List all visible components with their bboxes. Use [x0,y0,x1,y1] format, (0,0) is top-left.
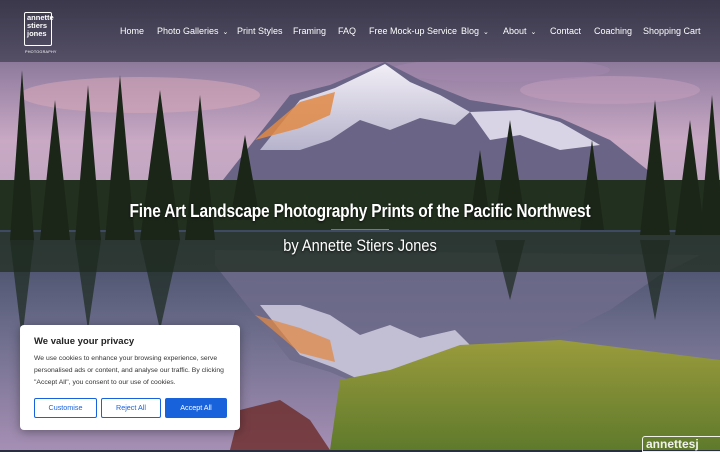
cookie-text: We use cookies to enhance your browsing … [34,355,224,386]
nav-label: Shopping Cart [643,26,701,36]
nav-framing[interactable]: Framing [293,25,326,37]
chevron-down-icon: ⌄ [483,29,489,36]
nav-label: Blog [461,26,480,36]
nav-blog[interactable]: Blog ⌄ [461,25,489,39]
nav-label: FAQ [338,26,357,36]
nav-shopping-cart[interactable]: Shopping Cart [643,25,701,37]
accept-all-button[interactable]: Accept All [165,398,227,418]
nav-label: About [503,26,527,36]
nav-label: Framing [293,26,327,36]
hero-divider [331,229,389,230]
chevron-down-icon: ⌄ [530,29,537,36]
hero-subtitle: by Annette Stiers Jones [283,236,437,255]
nav-print-styles[interactable]: Print Styles [237,25,283,37]
hero-title: Fine Art Landscape Photography Prints of… [129,201,591,221]
customise-button[interactable]: Customise [34,398,97,418]
nav-label: Print Styles [237,26,283,36]
cookie-consent-banner: We value your privacy We use cookies to … [20,325,240,430]
chevron-down-icon: ⌄ [222,29,229,36]
nav-coaching[interactable]: Coaching [594,25,632,37]
nav-home[interactable]: Home [120,25,144,37]
nav-free-mockup[interactable]: Free Mock-up Service [369,25,457,37]
nav-label: Home [120,26,145,36]
cookie-title: We value your privacy [34,336,135,347]
site-header: annette stiers jones PHOTOGRAPHY Home Ph… [0,0,720,62]
main-nav: Home Photo Galleries ⌄ Print Styles Frami… [0,25,720,39]
reject-all-button[interactable]: Reject All [101,398,161,418]
nav-label: Coaching [594,26,633,36]
nav-contact[interactable]: Contact [550,25,581,37]
nav-label: Contact [550,26,582,36]
nav-label: Free Mock-up Service [369,26,458,36]
nav-label: Photo Galleries [157,26,219,36]
nav-faq[interactable]: FAQ [338,25,356,37]
logo-subtitle: PHOTOGRAPHY [25,50,57,54]
nav-photo-galleries[interactable]: Photo Galleries ⌄ [157,25,228,39]
nav-about[interactable]: About ⌄ [503,25,536,39]
